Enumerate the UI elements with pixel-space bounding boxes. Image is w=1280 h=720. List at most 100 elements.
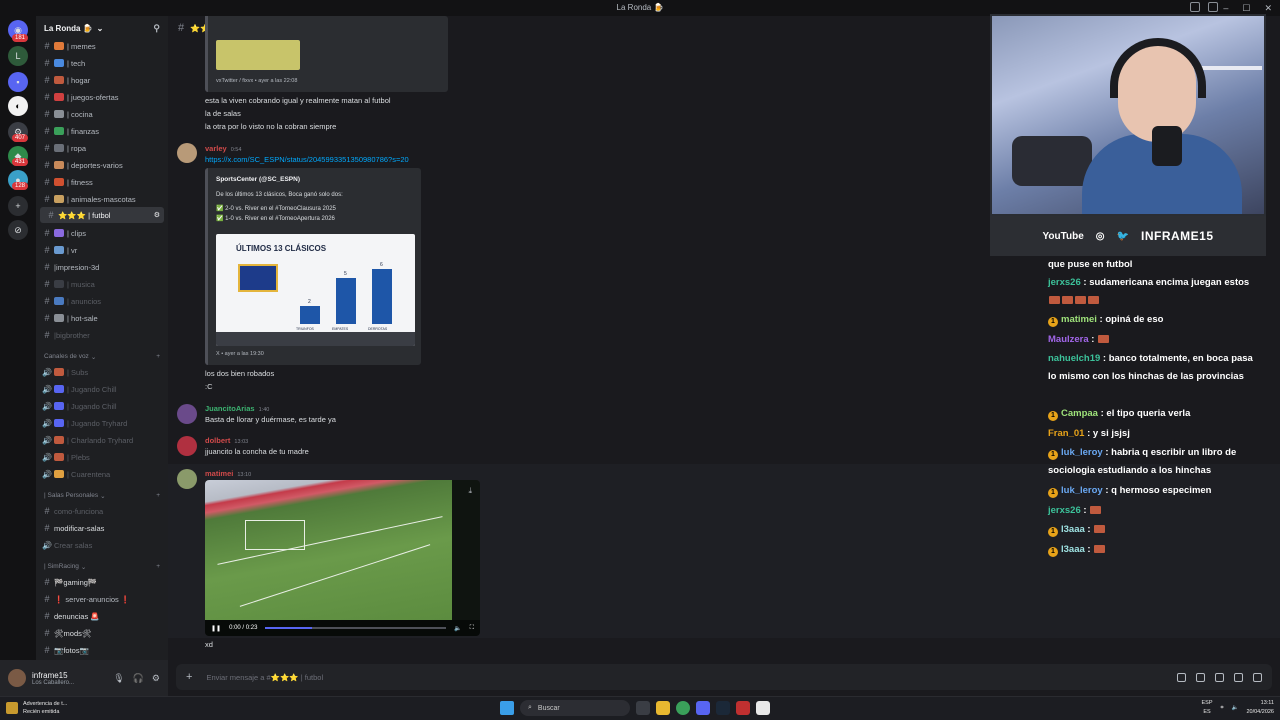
fullscreen-icon[interactable]: ⛶ — [470, 625, 474, 632]
message-author[interactable]: matimei 13:10 — [205, 469, 251, 478]
network-icon[interactable]: ⌗ — [1221, 705, 1224, 712]
voice-channel[interactable]: 🔊 | Subs — [36, 364, 168, 380]
embed-chart-image[interactable]: ÚLTIMOS 13 CLÁSICOS 2 TRIUNFOS 5 EMPATES 6 DE… — [216, 234, 415, 346]
voice-channel[interactable]: 🔊 | Charlando Tryhard — [36, 432, 168, 448]
task-view-icon[interactable] — [636, 701, 650, 715]
chat-line: 1 matimei : opiná de eso — [1048, 311, 1260, 329]
volume-icon[interactable]: 🔈 — [454, 625, 461, 632]
server-icon[interactable]: ◐ — [8, 96, 28, 116]
channel-emoji — [54, 470, 64, 478]
simracing-category[interactable]: | SimRacing ⌄ + — [44, 563, 160, 571]
voice-channel[interactable]: 🔊 | Jugando Tryhard — [36, 415, 168, 431]
channel-item[interactable]: # modificar-salas — [36, 520, 168, 536]
inbox-icon[interactable] — [1190, 2, 1200, 12]
language-indicator[interactable]: ESP ES — [1201, 699, 1212, 717]
voice-channel[interactable]: 🔊 | Jugando Chill — [36, 398, 168, 414]
channel-item[interactable]: # | memes — [36, 38, 168, 54]
gear-icon[interactable]: ⚙ — [152, 673, 160, 684]
app-icon[interactable] — [756, 701, 770, 715]
channel-item[interactable]: # | vr — [36, 242, 168, 258]
avatar[interactable] — [8, 669, 26, 687]
download-icon[interactable]: ⤓ — [468, 486, 472, 496]
emoji-icon[interactable] — [1234, 672, 1243, 682]
channel-item[interactable]: # | fitness — [36, 174, 168, 190]
voice-channel[interactable]: 🔊 Crear salas — [36, 537, 168, 553]
server-icon[interactable]: L — [8, 46, 28, 66]
channel-item[interactable]: # |impresion-3d — [36, 259, 168, 275]
guild-header[interactable]: La Ronda 🍺 ⌄ ⚲ — [36, 16, 168, 40]
add-attachment-icon[interactable]: + — [186, 671, 192, 683]
message-input[interactable]: Enviar mensaje a #⭐⭐⭐ | futbol — [206, 673, 323, 682]
channel-item[interactable]: # 🏁gaming🏁 — [36, 574, 168, 590]
add-channel-icon[interactable]: + — [156, 492, 160, 500]
message-author[interactable]: dolbert 13:03 — [205, 436, 248, 445]
discord-icon[interactable] — [696, 701, 710, 715]
channel-item[interactable]: # 📷fotos📷 — [36, 642, 168, 658]
channel-item[interactable]: # | juegos-ofertas — [36, 89, 168, 105]
apps-icon[interactable] — [1253, 672, 1262, 682]
channel-item[interactable]: # | clips — [36, 225, 168, 241]
windows-start-icon[interactable] — [500, 701, 514, 715]
channel-item[interactable]: # | deportes-varios — [36, 157, 168, 173]
app-icon[interactable] — [736, 701, 750, 715]
chat-user: Maulzera — [1048, 334, 1089, 345]
personal-category[interactable]: | Salas Personales ⌄ + — [44, 492, 160, 500]
gif-icon[interactable] — [1196, 672, 1205, 682]
video-player[interactable]: ⤓ ❚❚ 0:00 / 0:23 🔈 ⛶ — [205, 480, 480, 636]
discover-icon[interactable]: ⊘ — [8, 220, 28, 240]
steam-icon[interactable] — [716, 701, 730, 715]
help-icon[interactable] — [1208, 2, 1218, 12]
add-member-icon[interactable]: ⚲ — [153, 23, 160, 34]
add-channel-icon[interactable]: + — [156, 563, 160, 571]
chrome-icon[interactable] — [676, 701, 690, 715]
speaker-icon: 🔊 — [42, 384, 52, 394]
channel-item[interactable]: # | hogar — [36, 72, 168, 88]
embed-image[interactable] — [216, 40, 300, 70]
pause-icon[interactable]: ❚❚ — [211, 625, 221, 632]
channel-item[interactable]: # | ropa — [36, 140, 168, 156]
sticker-icon[interactable] — [1215, 672, 1224, 682]
voice-channel[interactable]: 🔊 | Jugando Chill — [36, 381, 168, 397]
server-icon[interactable]: ▪ — [8, 72, 28, 92]
channel-item-futbol[interactable]: # ⭐⭐⭐ | futbol ⚙ — [40, 207, 164, 223]
notification-subtitle: Recién emitida — [23, 709, 60, 715]
voice-channel[interactable]: 🔊 | Cuarentena — [36, 466, 168, 482]
avatar[interactable] — [177, 436, 197, 456]
channel-item[interactable]: # denuncias 🚨 — [36, 608, 168, 624]
avatar[interactable] — [177, 469, 197, 489]
channel-item[interactable]: # |bigbrother — [36, 327, 168, 343]
channel-item[interactable]: # | animales-mascotas — [36, 191, 168, 207]
avatar[interactable] — [177, 404, 197, 424]
channel-item[interactable]: # ❗ server-anuncios ❗ — [36, 591, 168, 607]
add-server-icon[interactable]: + — [8, 196, 28, 216]
channel-item[interactable]: # | tech — [36, 55, 168, 71]
microphone-icon[interactable]: 🎙 — [113, 673, 124, 684]
voice-channel[interactable]: 🔊 | Plebs — [36, 449, 168, 465]
message-author[interactable]: varley 0:54 — [205, 144, 241, 153]
embed-author[interactable]: SportsCenter (@SC_ESPN) — [216, 176, 300, 183]
channel-item[interactable]: # | finanzas — [36, 123, 168, 139]
channel-item[interactable]: # 🛠mods🛠 — [36, 625, 168, 641]
clock[interactable]: 13:11 20/04/2026 — [1246, 699, 1274, 717]
avatar[interactable] — [177, 143, 197, 163]
channel-item[interactable]: # como-funciona — [36, 503, 168, 519]
add-channel-icon[interactable]: + — [156, 353, 160, 361]
volume-icon[interactable]: 🔈 — [1232, 705, 1239, 711]
gift-icon[interactable] — [1177, 672, 1186, 682]
voice-category[interactable]: Canales de voz ⌄ + — [44, 353, 160, 361]
channel-item[interactable]: # | musica — [36, 276, 168, 292]
video-progress[interactable] — [265, 627, 447, 629]
taskbar-notification[interactable]: Advertencia de t... Recién emitida — [6, 700, 67, 716]
server-badge: 181 — [12, 34, 29, 42]
message-author[interactable]: JuancitoArias 1:40 — [205, 404, 269, 413]
channel-item[interactable]: # | cocina — [36, 106, 168, 122]
channel-item[interactable]: # | hot-sale — [36, 310, 168, 326]
server-badge: 407 — [12, 134, 29, 142]
message-link[interactable]: https://x.com/SC_ESPN/status/20459933513… — [205, 153, 409, 166]
file-explorer-icon[interactable] — [656, 701, 670, 715]
channel-item[interactable]: # | anuncios — [36, 293, 168, 309]
taskbar-search[interactable]: ⌕ Buscar — [520, 700, 630, 716]
headphones-icon[interactable]: 🎧 — [133, 673, 144, 684]
message-composer[interactable]: + Enviar mensaje a #⭐⭐⭐ | futbol — [176, 664, 1272, 690]
settings-icon[interactable]: ⚙ — [154, 211, 160, 219]
